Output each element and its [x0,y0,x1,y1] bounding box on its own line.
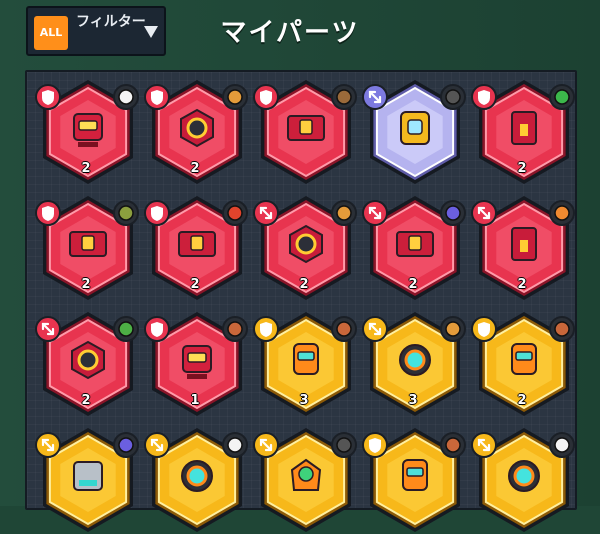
brick-icon [440,432,466,458]
part-card[interactable]: 2 [142,192,252,302]
part-card[interactable] [360,424,470,534]
part-level: 3 [408,393,418,408]
part-card[interactable] [142,424,252,534]
bottle-icon [113,316,139,342]
part-card[interactable]: 2 [251,192,361,302]
part-card[interactable]: 1 [142,308,252,418]
part-card[interactable]: 2 [33,192,143,302]
arrows-icon [471,432,497,458]
shield-icon [253,84,279,110]
part-card[interactable]: 2 [33,76,143,186]
arrows-icon [144,432,170,458]
arrows-icon [362,84,388,110]
part-level: 2 [517,393,527,408]
part-card[interactable] [360,76,470,186]
arrows-icon [362,200,388,226]
chevron-down-icon[interactable] [141,22,161,42]
part-card[interactable]: 2 [33,308,143,418]
part-card[interactable] [251,76,361,186]
part-level: 2 [81,161,91,176]
shield-icon [253,316,279,342]
shield-icon [362,432,388,458]
croissant-icon [331,200,357,226]
part-card[interactable]: 3 [251,308,361,418]
shield-icon [35,200,61,226]
camera-icon [440,84,466,110]
part-card[interactable]: 2 [360,192,470,302]
part-level: 2 [299,277,309,292]
part-card[interactable] [33,424,143,534]
part-level: 2 [81,277,91,292]
pizza-icon [549,200,575,226]
part-level: 2 [81,393,91,408]
brick-icon [331,316,357,342]
part-level: 2 [190,161,200,176]
part-level: 2 [517,161,527,176]
part-card[interactable] [469,424,579,534]
watermelon-icon [549,84,575,110]
shield-icon [144,84,170,110]
part-level: 2 [190,277,200,292]
part-card[interactable]: 2 [469,76,579,186]
part-card[interactable]: 2 [469,308,579,418]
arrows-icon [35,432,61,458]
brick-icon [549,316,575,342]
tire-icon [113,200,139,226]
part-level: 2 [408,277,418,292]
part-card[interactable]: 3 [360,308,470,418]
part-card[interactable]: 2 [469,192,579,302]
arrows-icon [253,200,279,226]
part-level: 3 [299,393,309,408]
parts-grid-panel: 2 2 2 2 2 2 2 2 2 1 3 3 2 [25,70,579,532]
croissant-icon [440,316,466,342]
shield-icon [144,316,170,342]
party-hat-icon [440,200,466,226]
arrows-icon [471,200,497,226]
camera-icon [331,432,357,458]
shield-icon [144,200,170,226]
croissant-icon [222,84,248,110]
party-hat-icon [113,432,139,458]
shield-icon [471,316,497,342]
filter-label: フィルター [76,14,146,30]
arrows-icon [35,316,61,342]
page-title: マイパーツ [220,18,360,48]
filter-button[interactable]: ALL フィルター [26,6,166,56]
soccer-ball-icon [113,84,139,110]
soccer-ball-icon [222,432,248,458]
filter-all-badge[interactable]: ALL [34,16,68,50]
pinecone-icon [331,84,357,110]
shield-icon [471,84,497,110]
shield-icon [35,84,61,110]
part-card[interactable] [251,424,361,534]
soccer-ball-icon [549,432,575,458]
arrows-icon [253,432,279,458]
boomerang-icon [222,200,248,226]
part-level: 2 [517,277,527,292]
part-level: 1 [190,393,200,408]
brick-icon [222,316,248,342]
part-card[interactable]: 2 [142,76,252,186]
arrows-icon [362,316,388,342]
